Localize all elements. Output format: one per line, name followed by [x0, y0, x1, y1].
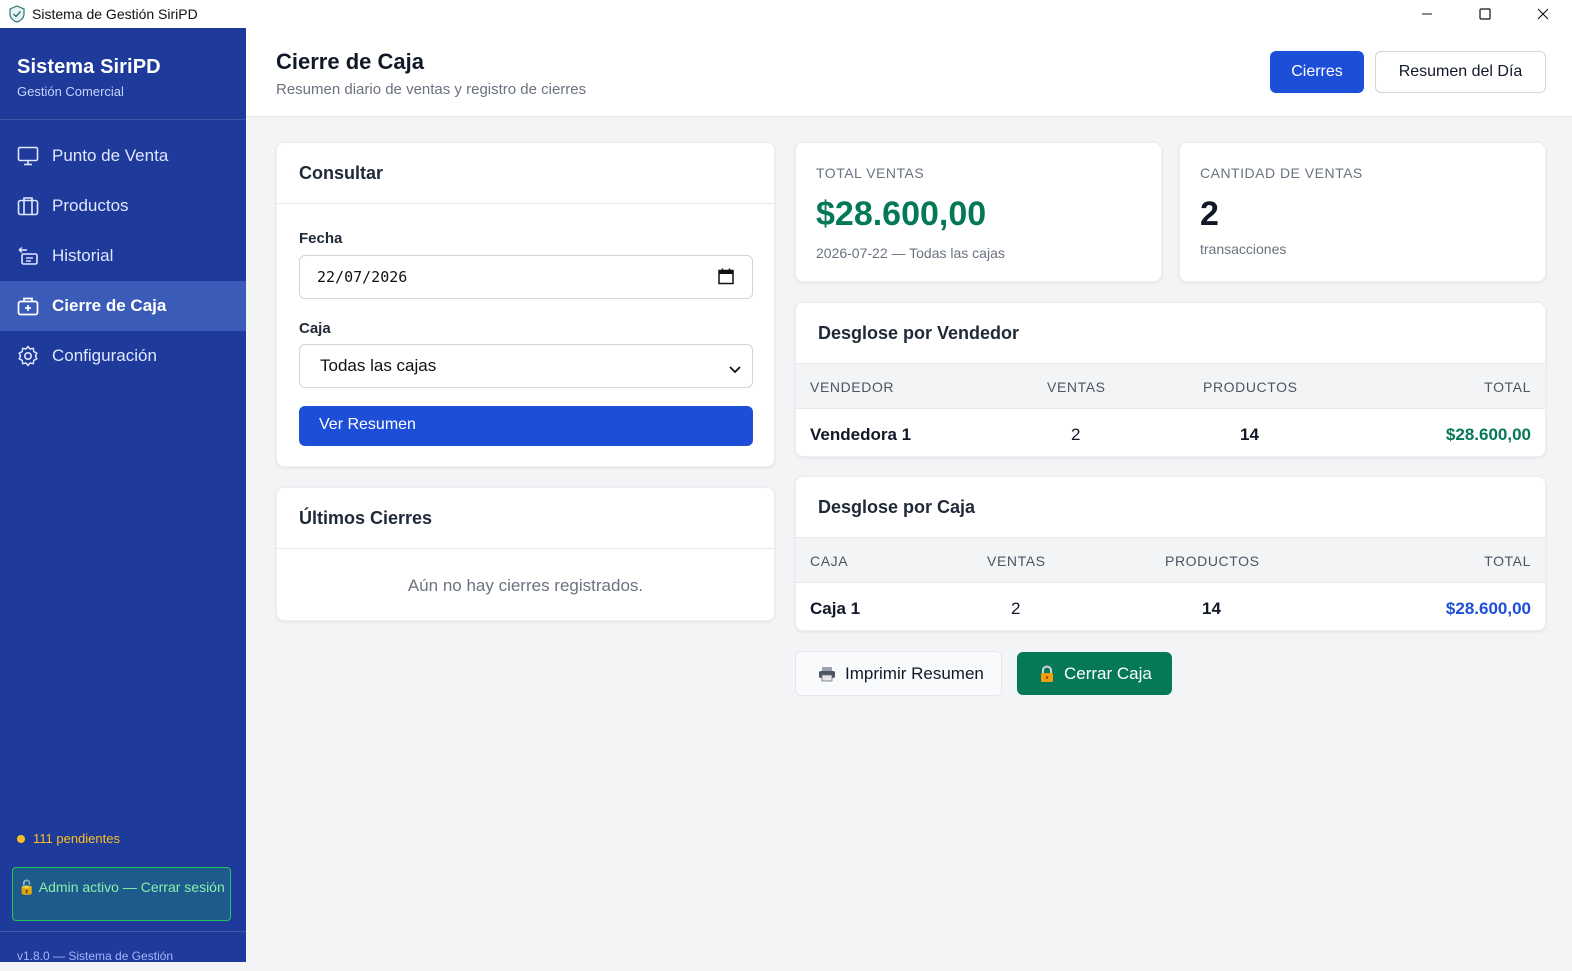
ultimos-cierres-card: Últimos Cierres Aún no hay cierres regis…	[276, 487, 775, 621]
column-header: TOTAL	[1484, 553, 1531, 569]
vendedor-total: $28.600,00	[1445, 425, 1531, 444]
sidebar-item-historial[interactable]: Historial	[0, 231, 246, 281]
history-icon	[17, 245, 39, 267]
caja-ventas: 2	[1011, 599, 1021, 618]
ver-resumen-button[interactable]: Ver Resumen	[299, 406, 753, 446]
close-window-button[interactable]	[1514, 0, 1572, 28]
fecha-value: 22/07/2026	[317, 268, 408, 286]
sidebar: Sistema SiriPD Gestión Comercial Punto d…	[0, 28, 246, 963]
desglose-vendedor-card: Desglose por Vendedor VENDEDOR VENTAS PR…	[795, 302, 1546, 457]
fecha-label: Fecha	[299, 230, 343, 247]
calendar-icon[interactable]	[718, 268, 734, 285]
table-header: CAJA VENTAS PRODUCTOS TOTAL	[796, 537, 1545, 583]
admin-logout-button[interactable]: 🔓 Admin activo — Cerrar sesión	[12, 867, 231, 921]
sidebar-brand: Sistema SiriPD Gestión Comercial	[0, 28, 246, 120]
resumen-del-dia-button[interactable]: Resumen del Día	[1375, 51, 1546, 93]
column-header: PRODUCTOS	[1165, 553, 1260, 569]
window-title: Sistema de Gestión SiriPD	[32, 6, 198, 22]
card-header: Desglose por Vendedor	[796, 303, 1545, 363]
ultimos-cierres-title: Últimos Cierres	[299, 508, 433, 528]
cantidad-ventas-note: transacciones	[1200, 241, 1287, 257]
sidebar-item-label: Productos	[52, 196, 129, 215]
consultar-title: Consultar	[299, 163, 384, 183]
sidebar-item-punto-de-venta[interactable]: Punto de Venta	[0, 131, 246, 181]
caja-selected-value: Todas las cajas	[320, 356, 437, 375]
monitor-icon	[17, 145, 39, 167]
sidebar-item-label: Punto de Venta	[52, 146, 169, 165]
caja-total: $28.600,00	[1445, 599, 1531, 618]
page-subtitle: Resumen diario de ventas y registro de c…	[276, 81, 587, 98]
brand-subtitle: Gestión Comercial	[17, 84, 124, 99]
printer-icon	[818, 666, 836, 682]
caja-name: Caja 1	[810, 599, 861, 618]
window-titlebar: Sistema de Gestión SiriPD	[0, 0, 1572, 28]
total-ventas-value: $28.600,00	[816, 195, 987, 233]
sidebar-item-label: Cierre de Caja	[52, 296, 167, 315]
vendedor-name: Vendedora 1	[810, 425, 912, 444]
table-header: VENDEDOR VENTAS PRODUCTOS TOTAL	[796, 363, 1545, 409]
desglose-caja-title: Desglose por Caja	[818, 497, 976, 517]
page-title: Cierre de Caja	[276, 49, 424, 74]
vendedor-productos: 14	[1240, 425, 1259, 444]
page-header: Cierre de Caja Resumen diario de ventas …	[246, 28, 1572, 117]
desglose-caja-card: Desglose por Caja CAJA VENTAS PRODUCTOS …	[795, 476, 1546, 631]
caja-productos: 14	[1202, 599, 1221, 618]
column-header: PRODUCTOS	[1203, 379, 1298, 395]
card-header: Desglose por Caja	[796, 477, 1545, 537]
lock-icon	[1039, 664, 1055, 683]
cerrar-caja-label: Cerrar Caja	[1064, 663, 1152, 683]
sidebar-item-label: Historial	[52, 246, 114, 265]
brand-name: Sistema SiriPD	[17, 56, 161, 78]
status-dot-icon	[17, 834, 25, 843]
table-row: Caja 1 2 14 $28.600,00	[796, 583, 1545, 630]
cantidad-ventas-card: CANTIDAD DE VENTAS 2 transacciones	[1179, 142, 1546, 282]
cash-register-icon	[17, 295, 39, 317]
total-ventas-label: TOTAL VENTAS	[816, 165, 925, 181]
close-icon	[1537, 8, 1549, 20]
gear-icon	[17, 345, 39, 367]
column-header: TOTAL	[1484, 379, 1531, 395]
column-header: VENDEDOR	[810, 379, 895, 395]
minimize-icon	[1422, 13, 1432, 15]
sidebar-item-configuracion[interactable]: Configuración	[0, 331, 246, 381]
maximize-button[interactable]	[1456, 0, 1514, 28]
consultar-card: Consultar Fecha 22/07/2026 Caja Todas la…	[276, 142, 775, 467]
cantidad-ventas-label: CANTIDAD DE VENTAS	[1200, 165, 1363, 181]
cantidad-ventas-value: 2	[1200, 195, 1219, 233]
total-ventas-note: 2026-07-22 — Todas las cajas	[816, 245, 1005, 261]
sidebar-item-label: Configuración	[52, 346, 157, 365]
minimize-button[interactable]	[1398, 0, 1456, 28]
admin-logout-label: Admin activo — Cerrar sesión	[38, 879, 225, 895]
box-icon	[17, 195, 39, 217]
column-header: VENTAS	[987, 553, 1046, 569]
caja-select[interactable]: Todas las cajas	[299, 344, 753, 388]
caja-label: Caja	[299, 320, 331, 337]
sidebar-footer: v1.8.0 — Sistema de Gestión	[0, 931, 246, 971]
imprimir-resumen-button[interactable]: Imprimir Resumen	[795, 651, 1002, 696]
table-row: Vendedora 1 2 14 $28.600,00	[796, 409, 1545, 456]
cierres-button[interactable]: Cierres	[1270, 51, 1364, 93]
column-header: CAJA	[810, 553, 849, 569]
sidebar-nav: Punto de Venta Productos Historial Cierr…	[0, 131, 246, 381]
vendedor-ventas: 2	[1071, 425, 1081, 444]
sidebar-item-productos[interactable]: Productos	[0, 181, 246, 231]
sidebar-item-cierre-de-caja[interactable]: Cierre de Caja	[0, 281, 246, 331]
total-ventas-card: TOTAL VENTAS $28.600,00 2026-07-22 — Tod…	[795, 142, 1162, 282]
unlock-icon: 🔓	[18, 879, 36, 895]
pending-count: 111 pendientes	[33, 831, 120, 846]
chevron-down-icon	[728, 360, 742, 380]
fecha-date-input[interactable]: 22/07/2026	[299, 255, 753, 299]
card-header: Consultar	[277, 143, 774, 204]
desglose-vendedor-title: Desglose por Vendedor	[818, 323, 1020, 343]
empty-state-message: Aún no hay cierres registrados.	[407, 576, 644, 595]
column-header: VENTAS	[1047, 379, 1106, 395]
card-header: Últimos Cierres	[277, 488, 774, 549]
imprimir-resumen-label: Imprimir Resumen	[845, 663, 984, 683]
pending-indicator: 111 pendientes	[17, 831, 120, 846]
cerrar-caja-button[interactable]: Cerrar Caja	[1017, 652, 1172, 695]
app-shield-icon	[6, 3, 28, 25]
window-controls	[1398, 0, 1572, 28]
maximize-icon	[1479, 8, 1491, 20]
